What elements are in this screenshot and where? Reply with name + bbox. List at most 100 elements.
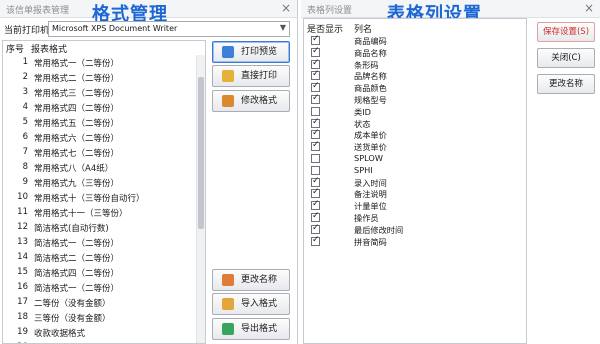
table-row[interactable]: 类ID	[304, 106, 526, 118]
list-item-number: 7	[22, 147, 28, 157]
show-checkbox[interactable]	[311, 211, 320, 222]
scrollbar-thumb[interactable]	[198, 77, 204, 229]
direct-print-button[interactable]: 直接打印	[212, 65, 290, 87]
list-item[interactable]: 2 常用格式二（二等份）	[3, 70, 195, 85]
list-item-label: 常用格式一（二等份）	[34, 59, 120, 69]
list-item-label: 简洁格式一（二等份）	[34, 239, 120, 249]
column-name: 最后修改时间	[354, 224, 404, 235]
list-item[interactable]: 14 简洁格式二（二等份）	[3, 250, 195, 265]
list-item[interactable]: 18 三等份（没有金额）	[3, 310, 195, 325]
list-item[interactable]: 19 收款收据格式	[3, 325, 195, 340]
table-row[interactable]: 品牌名称	[304, 69, 526, 82]
list-item-label: 常用格式二（二等份）	[34, 74, 120, 84]
export-format-label: 导出格式	[241, 324, 278, 334]
list-item-number: 18	[17, 312, 28, 322]
column-name: 商品编码	[354, 36, 387, 46]
export-format-button[interactable]: 导出格式	[212, 318, 290, 340]
table-row[interactable]: 拼音简码	[304, 235, 526, 248]
list-item[interactable]: 1 常用格式一（二等份）	[3, 55, 195, 70]
list-item-label: 简洁格式四（二等份）	[34, 269, 120, 279]
list-item-label: 三等份（没有金额）	[34, 314, 111, 324]
list-item[interactable]: 20含折扣优惠（二等份）	[3, 340, 195, 343]
import-format-label: 导入格式	[241, 299, 278, 309]
list-item-label: 简洁格式一（二等份）	[34, 284, 120, 294]
format-rows: 1 常用格式一（二等份） 2 常用格式二（二等份） 3 常用格式三（二等份） 4 常用格式四（…	[3, 55, 195, 343]
show-checkbox[interactable]	[311, 165, 320, 175]
show-checkbox[interactable]	[311, 58, 320, 69]
show-checkbox[interactable]	[311, 187, 320, 199]
table-row[interactable]: 条形码	[304, 58, 526, 71]
list-item[interactable]: 15 简洁格式四（二等份）	[3, 265, 195, 280]
printer-dropdown[interactable]: Microsoft XPS Document Writer ▼	[48, 21, 290, 37]
right-window-title: 表格列设置	[307, 6, 353, 16]
modify-format-button[interactable]: 修改格式	[212, 90, 290, 112]
list-item-number: 16	[17, 282, 28, 292]
list-item[interactable]: 17 二等份（没有金额）	[3, 295, 195, 310]
list-item[interactable]: 4 常用格式四（二等份）	[3, 100, 195, 115]
list-item-number: 4	[22, 102, 28, 112]
column-name: 录入时间	[354, 177, 387, 188]
show-checkbox[interactable]	[311, 235, 320, 246]
show-checkbox[interactable]	[311, 106, 320, 116]
close-button[interactable]: 关闭(C)	[537, 48, 595, 68]
table-row[interactable]: 商品颜色	[304, 81, 526, 94]
show-checkbox[interactable]	[311, 81, 320, 93]
edit-icon	[222, 95, 234, 107]
list-item[interactable]: 9 常用格式九（三等份）	[3, 175, 195, 190]
show-checkbox[interactable]	[311, 140, 320, 152]
list-item[interactable]: 5 常用格式五（二等份）	[3, 115, 195, 130]
table-row[interactable]: SPHI	[304, 165, 526, 177]
column-table[interactable]: 是否显示 列名 商品编码商品名称条形码品牌名称商品颜色规格型号类ID状态成本单价…	[303, 18, 527, 344]
format-list-scrollbar[interactable]	[196, 55, 205, 343]
column-name: 拼音简码	[354, 236, 387, 247]
list-item[interactable]: 16 简洁格式一（二等份）	[3, 280, 195, 295]
list-item[interactable]: 10 常用格式十（三等份自动行）	[3, 190, 195, 205]
show-checkbox[interactable]	[311, 128, 320, 140]
rename-format-button[interactable]: 更改名称	[212, 269, 290, 291]
table-row[interactable]: 状态	[304, 117, 526, 130]
table-row[interactable]: 规格型号	[304, 93, 526, 106]
table-row[interactable]: 商品名称	[304, 46, 526, 59]
list-item[interactable]: 12 简洁格式(自动行数)	[3, 220, 195, 235]
table-row[interactable]: 备注说明	[304, 187, 526, 200]
list-item[interactable]: 6 常用格式六（二等份）	[3, 130, 195, 145]
show-checkbox[interactable]	[311, 69, 320, 81]
show-checkbox[interactable]	[311, 34, 320, 45]
show-checkbox[interactable]	[311, 117, 320, 128]
printer-value: Microsoft XPS Document Writer	[52, 24, 178, 33]
list-item-label: 常用格式三（二等份）	[34, 89, 120, 99]
list-item[interactable]: 3 常用格式三（二等份）	[3, 85, 195, 100]
list-item[interactable]: 7 常用格式七（二等份）	[3, 145, 195, 160]
right-close-icon[interactable]: ×	[584, 1, 594, 15]
list-item[interactable]: 13 简洁格式一（二等份）	[3, 235, 195, 250]
import-format-button[interactable]: 导入格式	[212, 293, 290, 315]
table-row[interactable]: 计量单位	[304, 199, 526, 212]
table-row[interactable]: 送货单价	[304, 140, 526, 153]
column-name: 商品颜色	[354, 83, 387, 94]
rename-format-label: 更改名称	[241, 275, 278, 285]
table-row[interactable]: 最后修改时间	[304, 223, 526, 236]
show-checkbox[interactable]	[311, 223, 320, 234]
table-row[interactable]: 操作员	[304, 211, 526, 224]
show-checkbox[interactable]	[311, 46, 320, 57]
printer-label: 当前打印机	[4, 26, 50, 36]
print-preview-icon	[222, 46, 234, 58]
print-preview-button[interactable]: 打印预览	[212, 41, 290, 63]
table-row[interactable]: 成本单价	[304, 128, 526, 141]
table-row[interactable]: 商品编码	[304, 34, 526, 47]
list-item-label: 常用格式六（二等份）	[34, 134, 120, 144]
show-checkbox[interactable]	[311, 176, 320, 187]
rename-column-button[interactable]: 更改名称	[537, 74, 595, 94]
list-item[interactable]: 8 常用格式八（A4纸）	[3, 160, 195, 175]
show-checkbox[interactable]	[311, 93, 320, 104]
save-settings-button[interactable]: 保存设置(S)	[537, 22, 595, 42]
left-window-title: 该信单报表管理	[6, 6, 70, 16]
format-list[interactable]: 序号 报表格式 1 常用格式一（二等份） 2 常用格式二（二等份） 3 常用格式三（二等份…	[2, 40, 206, 344]
show-checkbox[interactable]	[311, 199, 320, 211]
list-item-number: 17	[17, 297, 28, 307]
table-row[interactable]: 录入时间	[304, 176, 526, 189]
show-checkbox[interactable]	[311, 153, 320, 163]
left-close-icon[interactable]: ×	[281, 1, 291, 15]
table-row[interactable]: SPLOW	[304, 153, 526, 165]
list-item[interactable]: 11 常用格式十一（三等份）	[3, 205, 195, 220]
